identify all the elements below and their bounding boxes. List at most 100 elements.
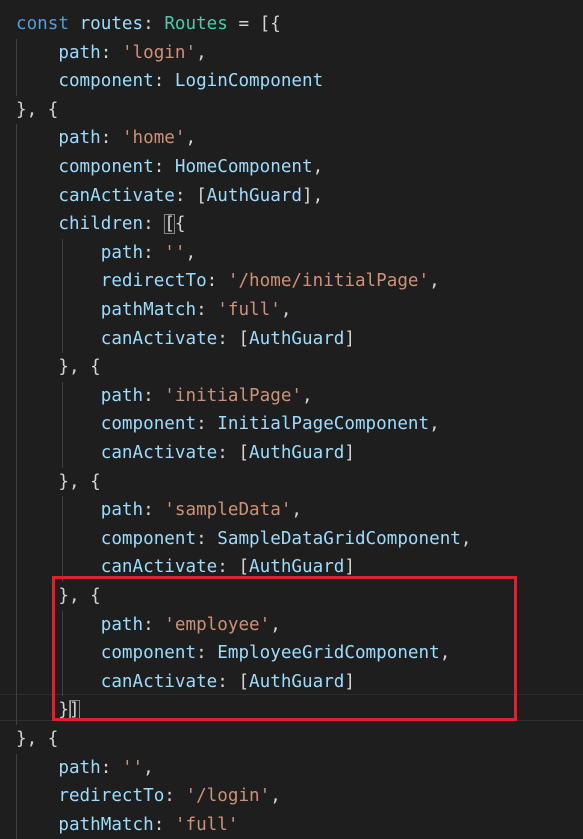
code-line[interactable]: pathMatch: 'full', [16,296,292,325]
code-token: , [280,300,292,320]
code-token: , [312,157,324,177]
code-token: , [143,757,154,778]
code-line[interactable]: component: HomeComponent, [16,153,323,182]
code-token: redirectTo [16,786,165,807]
code-token: AuthGuard [249,557,345,578]
code-token: canActivate [16,557,218,578]
code-line[interactable]: path: 'home', [16,124,196,153]
code-token: pathMatch [16,814,154,835]
code-line[interactable]: path: 'initialPage', [16,382,313,411]
code-token: component [16,71,154,92]
code-token: }, { [16,729,59,749]
code-token: redirectTo [16,271,207,292]
code-token: : [100,128,122,149]
code-token: : [100,42,122,63]
code-token: : [143,242,165,263]
code-token: '' [164,242,186,263]
code-token: : [ [174,185,207,206]
code-token: ] [344,443,355,463]
code-token: : [143,214,165,235]
code-token: , [302,385,313,406]
annotation-highlight-box [52,576,517,721]
code-token: , [185,128,197,149]
code-token: LoginComponent [174,71,324,92]
code-token: 'initialPage' [164,385,302,406]
code-token: '/login' [185,786,271,807]
code-token: Routes [164,14,228,34]
code-line[interactable]: const routes: Routes = [{ [16,10,281,39]
code-token: : [196,300,218,320]
code-editor[interactable]: const routes: Routes = [{ path: 'login',… [0,0,583,839]
code-token: children [16,214,144,235]
code-token: const [16,14,80,34]
code-token: , [460,528,472,549]
code-token: InitialPageComponent [217,414,430,435]
code-token: path [16,242,144,263]
code-token: ] [344,557,355,578]
code-line[interactable]: component: SampleDataGridComponent, [16,525,472,554]
code-token: , [185,242,197,263]
code-line[interactable]: canActivate: [AuthGuard], [16,182,323,211]
code-token: : [153,814,175,835]
code-token: : [ [217,328,250,349]
code-line[interactable]: path: '', [16,239,196,268]
code-token: canActivate [16,443,218,463]
code-line[interactable]: }, { [16,353,100,382]
code-token: '' [121,757,144,778]
code-token: canActivate [16,185,175,206]
code-token: component [16,414,197,435]
code-line[interactable]: component: LoginComponent [16,67,323,96]
code-line[interactable]: path: '', [16,754,154,783]
code-token: component [16,528,197,549]
code-line[interactable]: canActivate: [AuthGuard] [16,439,355,468]
code-token: canActivate [16,328,218,349]
code-token: : [143,500,165,521]
code-line[interactable]: }, { [16,96,58,125]
code-token: : [153,157,175,177]
code-token: : [143,385,165,406]
code-token: : [153,71,175,92]
code-token: , [429,271,440,292]
code-token: ] [344,328,355,349]
code-token: AuthGuard [249,443,345,463]
code-token: routes [79,14,144,34]
code-token: : [ [217,557,250,578]
code-token: : [164,786,186,807]
code-token: ], [302,185,324,206]
code-line[interactable]: component: InitialPageComponent, [16,410,440,439]
code-token: 'login' [121,42,197,63]
code-token: : [196,414,218,435]
code-token: }, { [16,99,59,120]
code-token: , [270,786,281,807]
code-token: path [16,757,101,778]
code-token: 'home' [121,128,186,149]
code-token: path [16,385,144,406]
code-line[interactable]: children: [{ [16,210,185,239]
code-token: '/home/initialPage' [227,271,430,292]
code-token: [ [164,214,175,235]
code-token: }, { [16,471,101,492]
code-line[interactable]: canActivate: [AuthGuard] [16,325,355,354]
code-token: : [143,14,165,34]
code-token: HomeComponent [174,157,313,177]
code-token: : [ [217,443,250,463]
code-token: 'full' [217,300,281,320]
code-token: : [206,271,228,292]
code-line[interactable]: redirectTo: '/home/initialPage', [16,267,440,296]
code-token: SampleDataGridComponent [217,528,461,549]
code-token: pathMatch [16,300,197,320]
code-token: , [429,414,440,435]
code-token: 'full' [174,814,239,835]
code-token: path [16,128,101,149]
code-line[interactable]: path: 'login', [16,39,207,68]
code-token: component [16,157,154,177]
code-token: , [291,500,302,521]
code-token: { [174,214,186,235]
code-line[interactable]: path: 'sampleData', [16,496,302,525]
code-token: , [196,42,207,63]
code-token: : [196,528,218,549]
code-line[interactable]: redirectTo: '/login', [16,782,281,811]
code-line[interactable]: }, { [16,468,101,497]
code-line[interactable]: }, { [16,725,58,754]
code-token: : [100,757,122,778]
